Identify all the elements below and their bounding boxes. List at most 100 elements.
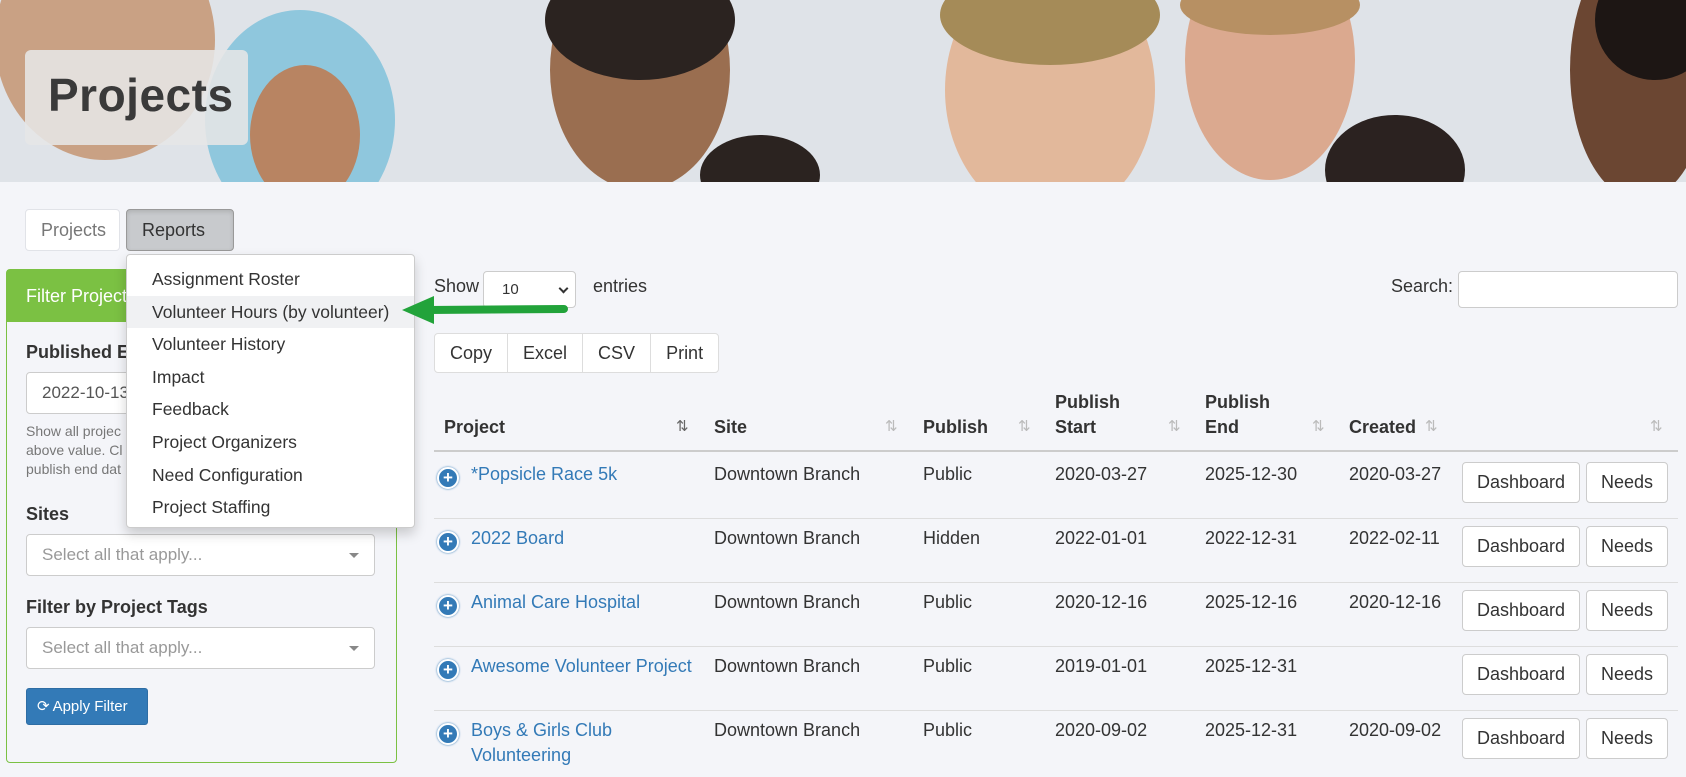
tags-select[interactable]: Select all that apply... bbox=[26, 627, 375, 669]
dashboard-button[interactable]: Dashboard bbox=[1462, 590, 1580, 631]
site-cell: Downtown Branch bbox=[714, 464, 861, 484]
dashboard-button[interactable]: Dashboard bbox=[1462, 526, 1580, 567]
col-header-site[interactable]: Site bbox=[714, 415, 747, 440]
sort-icon[interactable]: ⇅ bbox=[1168, 417, 1180, 435]
dashboard-button[interactable]: Dashboard bbox=[1462, 718, 1580, 759]
tab-reports-label: Reports bbox=[142, 220, 206, 240]
sort-icon[interactable]: ⇅ bbox=[885, 417, 897, 435]
sites-select[interactable]: Select all that apply... bbox=[26, 534, 375, 576]
project-link[interactable]: Boys & Girls Club Volunteering bbox=[471, 718, 612, 768]
publish-end-cell: 2025-12-31 bbox=[1205, 720, 1298, 740]
expand-row-icon[interactable]: + bbox=[437, 467, 459, 489]
row-divider bbox=[434, 646, 1678, 647]
chevron-down-icon bbox=[558, 283, 569, 294]
sort-icon[interactable]: ⇅ bbox=[1650, 417, 1662, 435]
table-header-divider bbox=[434, 450, 1678, 452]
sort-icon[interactable]: ⇅ bbox=[1425, 417, 1437, 435]
show-label: Show bbox=[434, 276, 480, 296]
tab-reports[interactable]: Reports bbox=[126, 209, 234, 274]
dashboard-button[interactable]: Dashboard bbox=[1462, 654, 1580, 695]
sort-icon[interactable]: ⇅ bbox=[1312, 417, 1324, 435]
tab-projects[interactable]: Projects bbox=[25, 209, 120, 251]
reports-dropdown-menu: Assignment Roster Volunteer Hours (by vo… bbox=[126, 254, 415, 528]
project-link[interactable]: Awesome Volunteer Project bbox=[471, 654, 692, 679]
header-line: Start bbox=[1055, 417, 1097, 437]
publish-cell: Public bbox=[923, 592, 973, 612]
publish-cell: Public bbox=[923, 720, 973, 740]
needs-button[interactable]: Needs bbox=[1586, 590, 1668, 631]
needs-button[interactable]: Needs bbox=[1586, 654, 1668, 695]
publish-start-cell: 2020-12-16 bbox=[1055, 592, 1148, 612]
publish-end-cell: 2025-12-16 bbox=[1205, 592, 1298, 612]
sort-icon[interactable]: ⇅ bbox=[1018, 417, 1030, 435]
menu-item-volunteer-hours[interactable]: Volunteer Hours (by volunteer) bbox=[127, 295, 414, 329]
page-title-box: Projects bbox=[25, 50, 248, 145]
col-header-created[interactable]: Created bbox=[1349, 415, 1416, 440]
print-button[interactable]: Print bbox=[651, 334, 718, 372]
project-name-cont: Volunteering bbox=[471, 745, 572, 765]
menu-item-project-staffing[interactable]: Project Staffing bbox=[127, 491, 414, 524]
project-link[interactable]: *Popsicle Race 5k bbox=[471, 462, 617, 487]
created-cell: 2020-12-16 bbox=[1349, 592, 1442, 612]
created-cell: 2020-03-27 bbox=[1349, 464, 1442, 484]
tags-placeholder: Select all that apply... bbox=[42, 638, 203, 657]
publish-start-cell: 2020-09-02 bbox=[1055, 720, 1148, 740]
col-header-publish-start[interactable]: Publish Start bbox=[1055, 390, 1120, 440]
project-name: Boys & Girls Club bbox=[471, 720, 613, 740]
created-cell: 2020-09-02 bbox=[1349, 720, 1442, 740]
expand-row-icon[interactable]: + bbox=[437, 723, 459, 745]
csv-button[interactable]: CSV bbox=[583, 334, 652, 372]
col-header-publish[interactable]: Publish bbox=[923, 415, 988, 440]
arrow-head bbox=[402, 296, 434, 324]
site-cell: Downtown Branch bbox=[714, 592, 861, 612]
publish-cell: Public bbox=[923, 656, 973, 676]
chevron-down-icon bbox=[349, 553, 359, 558]
page-title: Projects bbox=[48, 69, 234, 121]
row-divider bbox=[434, 582, 1678, 583]
project-link[interactable]: Animal Care Hospital bbox=[471, 590, 640, 615]
project-link[interactable]: 2022 Board bbox=[471, 526, 564, 551]
publish-end-cell: 2025-12-31 bbox=[1205, 656, 1298, 676]
excel-button[interactable]: Excel bbox=[508, 334, 584, 372]
export-button-group: Copy Excel CSV Print bbox=[434, 333, 720, 373]
created-cell: 2022-02-11 bbox=[1349, 528, 1440, 548]
site-cell: Downtown Branch bbox=[714, 528, 861, 548]
header-line: Publish bbox=[1055, 392, 1121, 412]
hero-banner: Projects bbox=[0, 0, 1686, 182]
expand-row-icon[interactable]: + bbox=[437, 595, 459, 617]
publish-end-cell: 2022-12-31 bbox=[1205, 528, 1298, 548]
published-help-text: Show all projec above value. Cl publish … bbox=[26, 422, 136, 479]
dashboard-button[interactable]: Dashboard bbox=[1462, 462, 1580, 503]
copy-button[interactable]: Copy bbox=[435, 334, 509, 372]
help-line: Show all projec bbox=[26, 423, 121, 439]
apply-filter-label: Apply Filter bbox=[52, 698, 128, 715]
sort-asc-icon[interactable]: ⇅ bbox=[676, 417, 688, 435]
menu-item-feedback[interactable]: Feedback bbox=[127, 393, 414, 426]
menu-item-impact[interactable]: Impact bbox=[127, 361, 414, 394]
menu-item-volunteer-history[interactable]: Volunteer History bbox=[127, 328, 414, 361]
project-name: 2022 Board bbox=[471, 528, 565, 548]
menu-item-assignment-roster[interactable]: Assignment Roster bbox=[127, 263, 414, 296]
header-line: Publish bbox=[1205, 392, 1271, 412]
annotation-arrow bbox=[402, 296, 568, 324]
refresh-icon: ⟳ bbox=[37, 698, 50, 715]
entries-label: entries bbox=[593, 276, 648, 296]
col-header-publish-end[interactable]: Publish End bbox=[1205, 390, 1270, 440]
site-cell: Downtown Branch bbox=[714, 720, 861, 740]
help-line: above value. Cl bbox=[26, 442, 123, 458]
row-divider bbox=[434, 710, 1678, 711]
menu-item-need-configuration[interactable]: Need Configuration bbox=[127, 459, 414, 492]
help-line: publish end dat bbox=[26, 461, 121, 477]
hero-photo bbox=[0, 0, 1686, 182]
apply-filter-button[interactable]: ⟳ Apply Filter bbox=[26, 688, 148, 725]
col-header-project[interactable]: Project bbox=[444, 415, 505, 440]
needs-button[interactable]: Needs bbox=[1586, 462, 1668, 503]
expand-row-icon[interactable]: + bbox=[437, 531, 459, 553]
publish-cell: Public bbox=[923, 464, 973, 484]
needs-button[interactable]: Needs bbox=[1586, 718, 1668, 759]
menu-item-project-organizers[interactable]: Project Organizers bbox=[127, 426, 414, 459]
expand-row-icon[interactable]: + bbox=[437, 659, 459, 681]
publish-start-cell: 2019-01-01 bbox=[1055, 656, 1148, 676]
search-input[interactable] bbox=[1458, 271, 1678, 308]
needs-button[interactable]: Needs bbox=[1586, 526, 1668, 567]
